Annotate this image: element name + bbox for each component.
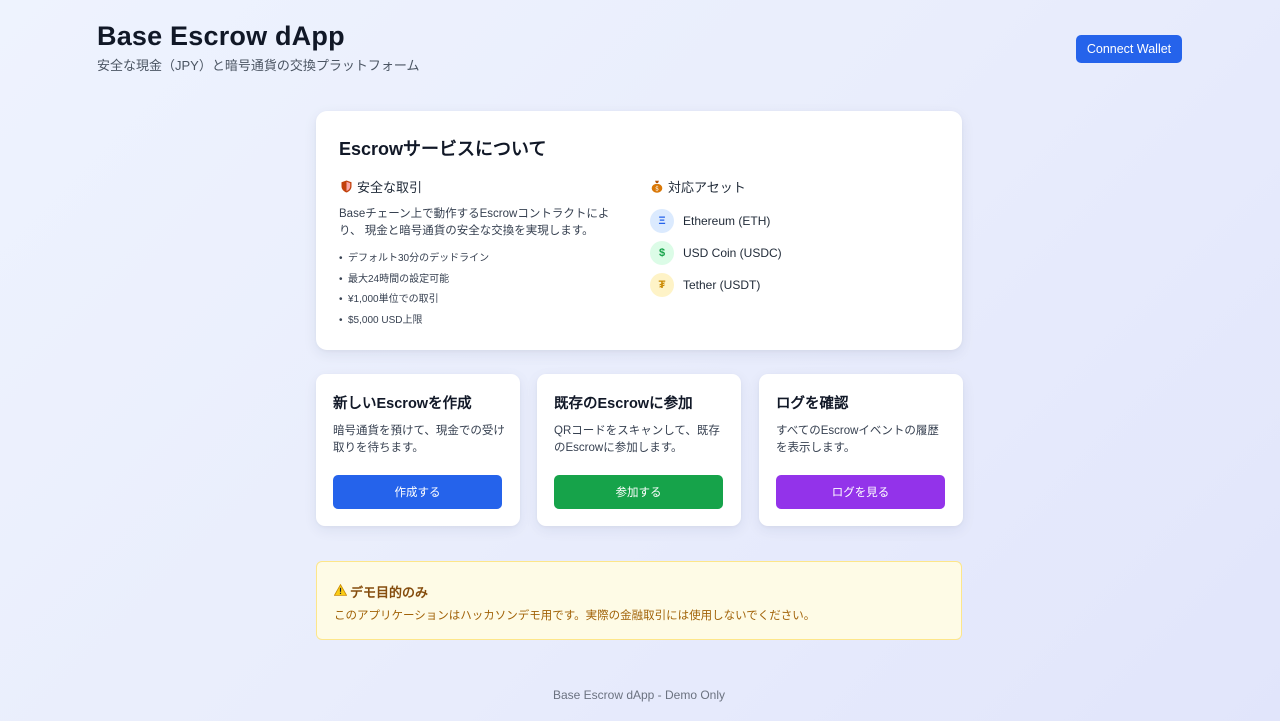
list-item: • ¥1,000単位での取引 (339, 294, 439, 305)
card-description: QRコードをスキャンして、既存のEscrowに参加します。 (554, 425, 720, 454)
footer: Base Escrow dApp - Demo Only (552, 688, 726, 702)
about-title: Escrowサービスについて (339, 139, 547, 159)
page-header: Base Escrow dApp 安全な現金（JPY）と暗号通貨の交換プラットフ… (97, 20, 1182, 80)
demo-notice-title-label: デモ目的のみ (350, 585, 429, 600)
money-bag-icon: $ (650, 180, 664, 193)
asset-label: USD Coin (USDC) (683, 246, 782, 260)
view-logs-card: ログを確認 すべてのEscrowイベントの履歴を表示します。 ログを見る (759, 374, 963, 526)
join-escrow-button[interactable]: 参加する (554, 475, 723, 509)
join-escrow-card: 既存のEscrowに参加 QRコードをスキャンして、既存のEscrowに参加しま… (537, 374, 741, 526)
about-card: Escrowサービスについて 安全な取引 Baseチェーン上で動作するEscro… (316, 111, 962, 350)
demo-notice-text: このアプリケーションはハッカソンデモ用です。実際の金融取引には使用しないでくださ… (334, 610, 816, 622)
card-description: すべてのEscrowイベントの履歴を表示します。 (776, 425, 939, 454)
asset-item-usdc: $ USD Coin (USDC) (650, 237, 782, 269)
view-logs-button[interactable]: ログを見る (776, 475, 945, 509)
shield-icon (339, 180, 353, 193)
list-item: • $5,000 USD上限 (339, 314, 423, 326)
app-title: Base Escrow dApp (97, 21, 345, 51)
list-item: • デフォルト30分のデッドライン (339, 253, 490, 264)
card-description: 暗号通貨を預けて、現金での受け取りを待ちます。 (333, 425, 505, 454)
create-escrow-card: 新しいEscrowを作成 暗号通貨を預けて、現金での受け取りを待ちます。 作成す… (316, 374, 520, 526)
feature-list: • デフォルト30分のデッドライン • 最大24時間の設定可能 • ¥1,000単位で… (339, 252, 489, 334)
warning-icon (333, 583, 348, 599)
asset-item-usdt: ₮ Tether (USDT) (650, 269, 782, 301)
asset-label: Tether (USDT) (683, 278, 761, 292)
connect-wallet-button[interactable]: Connect Wallet (1076, 35, 1182, 63)
security-heading: 安全な取引 (339, 177, 422, 196)
list-item: • 最大24時間の設定可能 (339, 273, 450, 285)
security-heading-label: 安全な取引 (357, 180, 423, 195)
demo-notice: デモ目的のみ このアプリケーションはハッカソンデモ用です。実際の金融取引には使用… (316, 561, 962, 640)
demo-notice-title: デモ目的のみ (333, 582, 429, 601)
app-subtitle: 安全な現金（JPY）と暗号通貨の交換プラットフォーム (97, 58, 420, 73)
asset-item-eth: Ξ Ethereum (ETH) (650, 205, 782, 237)
ethereum-icon: Ξ (650, 209, 674, 233)
asset-label: Ethereum (ETH) (683, 214, 771, 228)
asset-list: Ξ Ethereum (ETH) $ USD Coin (USDC) ₮ Tet… (650, 205, 782, 301)
usdc-icon: $ (650, 241, 674, 265)
assets-heading-label: 対応アセット (668, 180, 746, 195)
tether-icon: ₮ (650, 273, 674, 297)
about-description: Baseチェーン上で動作するEscrowコントラクトにより、 現金と暗号通貨の安… (339, 208, 610, 237)
card-title: ログを確認 (776, 396, 849, 412)
card-title: 新しいEscrowを作成 (333, 396, 472, 412)
card-title: 既存のEscrowに参加 (554, 396, 693, 412)
svg-text:$: $ (655, 186, 659, 193)
create-escrow-button[interactable]: 作成する (333, 475, 502, 509)
assets-heading: $ 対応アセット (650, 177, 746, 196)
